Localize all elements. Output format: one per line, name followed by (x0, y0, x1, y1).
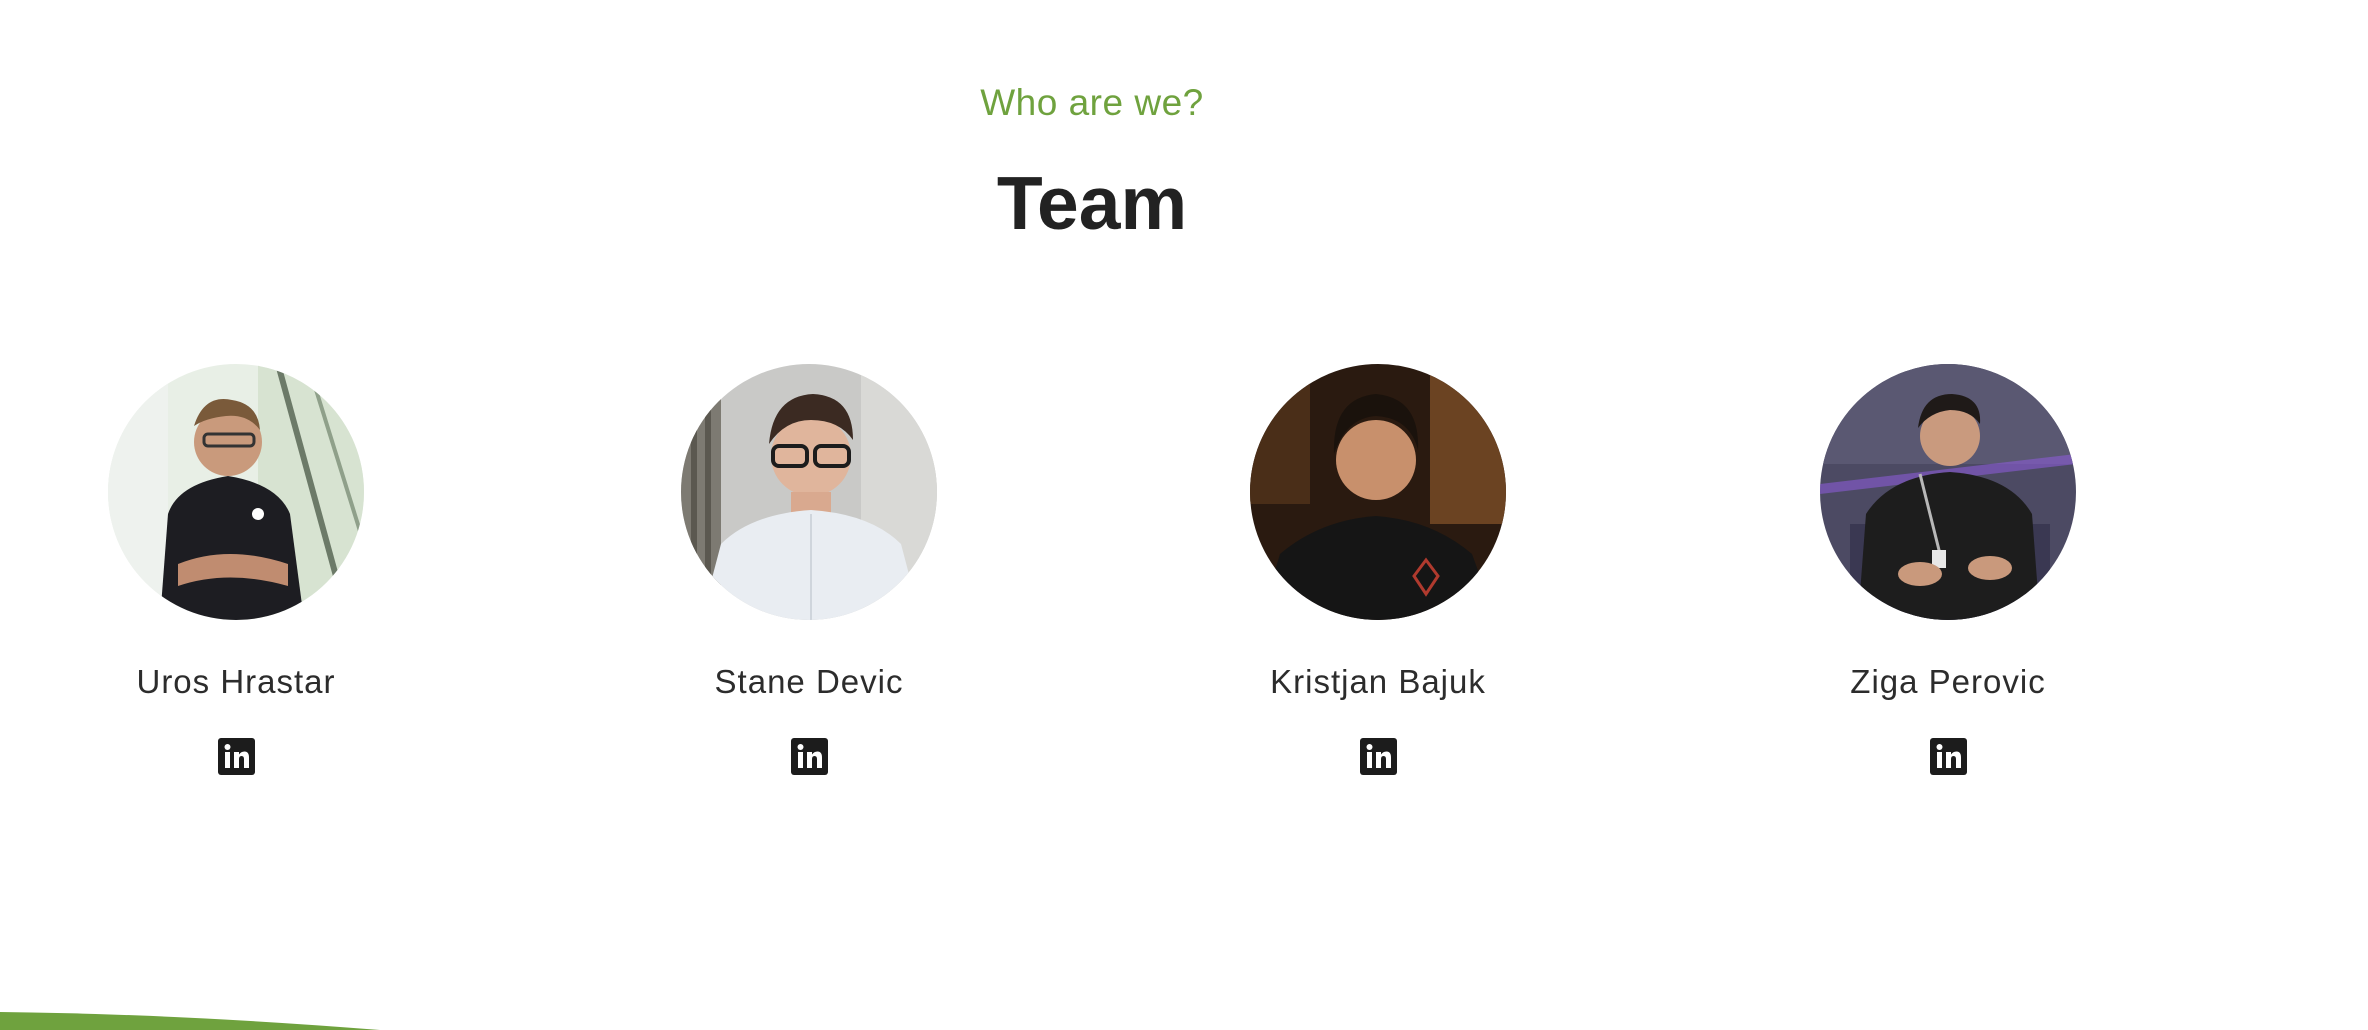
linkedin-icon[interactable] (1359, 738, 1397, 775)
linkedin-icon[interactable] (217, 738, 255, 775)
section-title: Team (996, 161, 1188, 245)
avatar (681, 364, 937, 620)
decorative-wave (0, 1012, 380, 1030)
avatar (1820, 364, 2076, 620)
team-member-card: Ziga Perovic (1748, 364, 2148, 775)
member-name: Ziga Perovic (1850, 663, 2046, 700)
member-name: Stane Devic (714, 663, 904, 700)
wave-shape (0, 1012, 380, 1030)
member-name: Kristjan Bajuk (1270, 663, 1486, 700)
linkedin-icon[interactable] (790, 738, 828, 775)
team-member-card: Uros Hrastar (36, 364, 436, 775)
team-member-card: Stane Devic (609, 364, 1009, 775)
avatar (108, 364, 364, 620)
linkedin-icon[interactable] (1929, 738, 1967, 775)
section-eyebrow: Who are we? (980, 82, 1204, 123)
member-name: Uros Hrastar (136, 663, 336, 700)
avatar (1250, 364, 1506, 620)
team-member-card: Kristjan Bajuk (1178, 364, 1578, 775)
